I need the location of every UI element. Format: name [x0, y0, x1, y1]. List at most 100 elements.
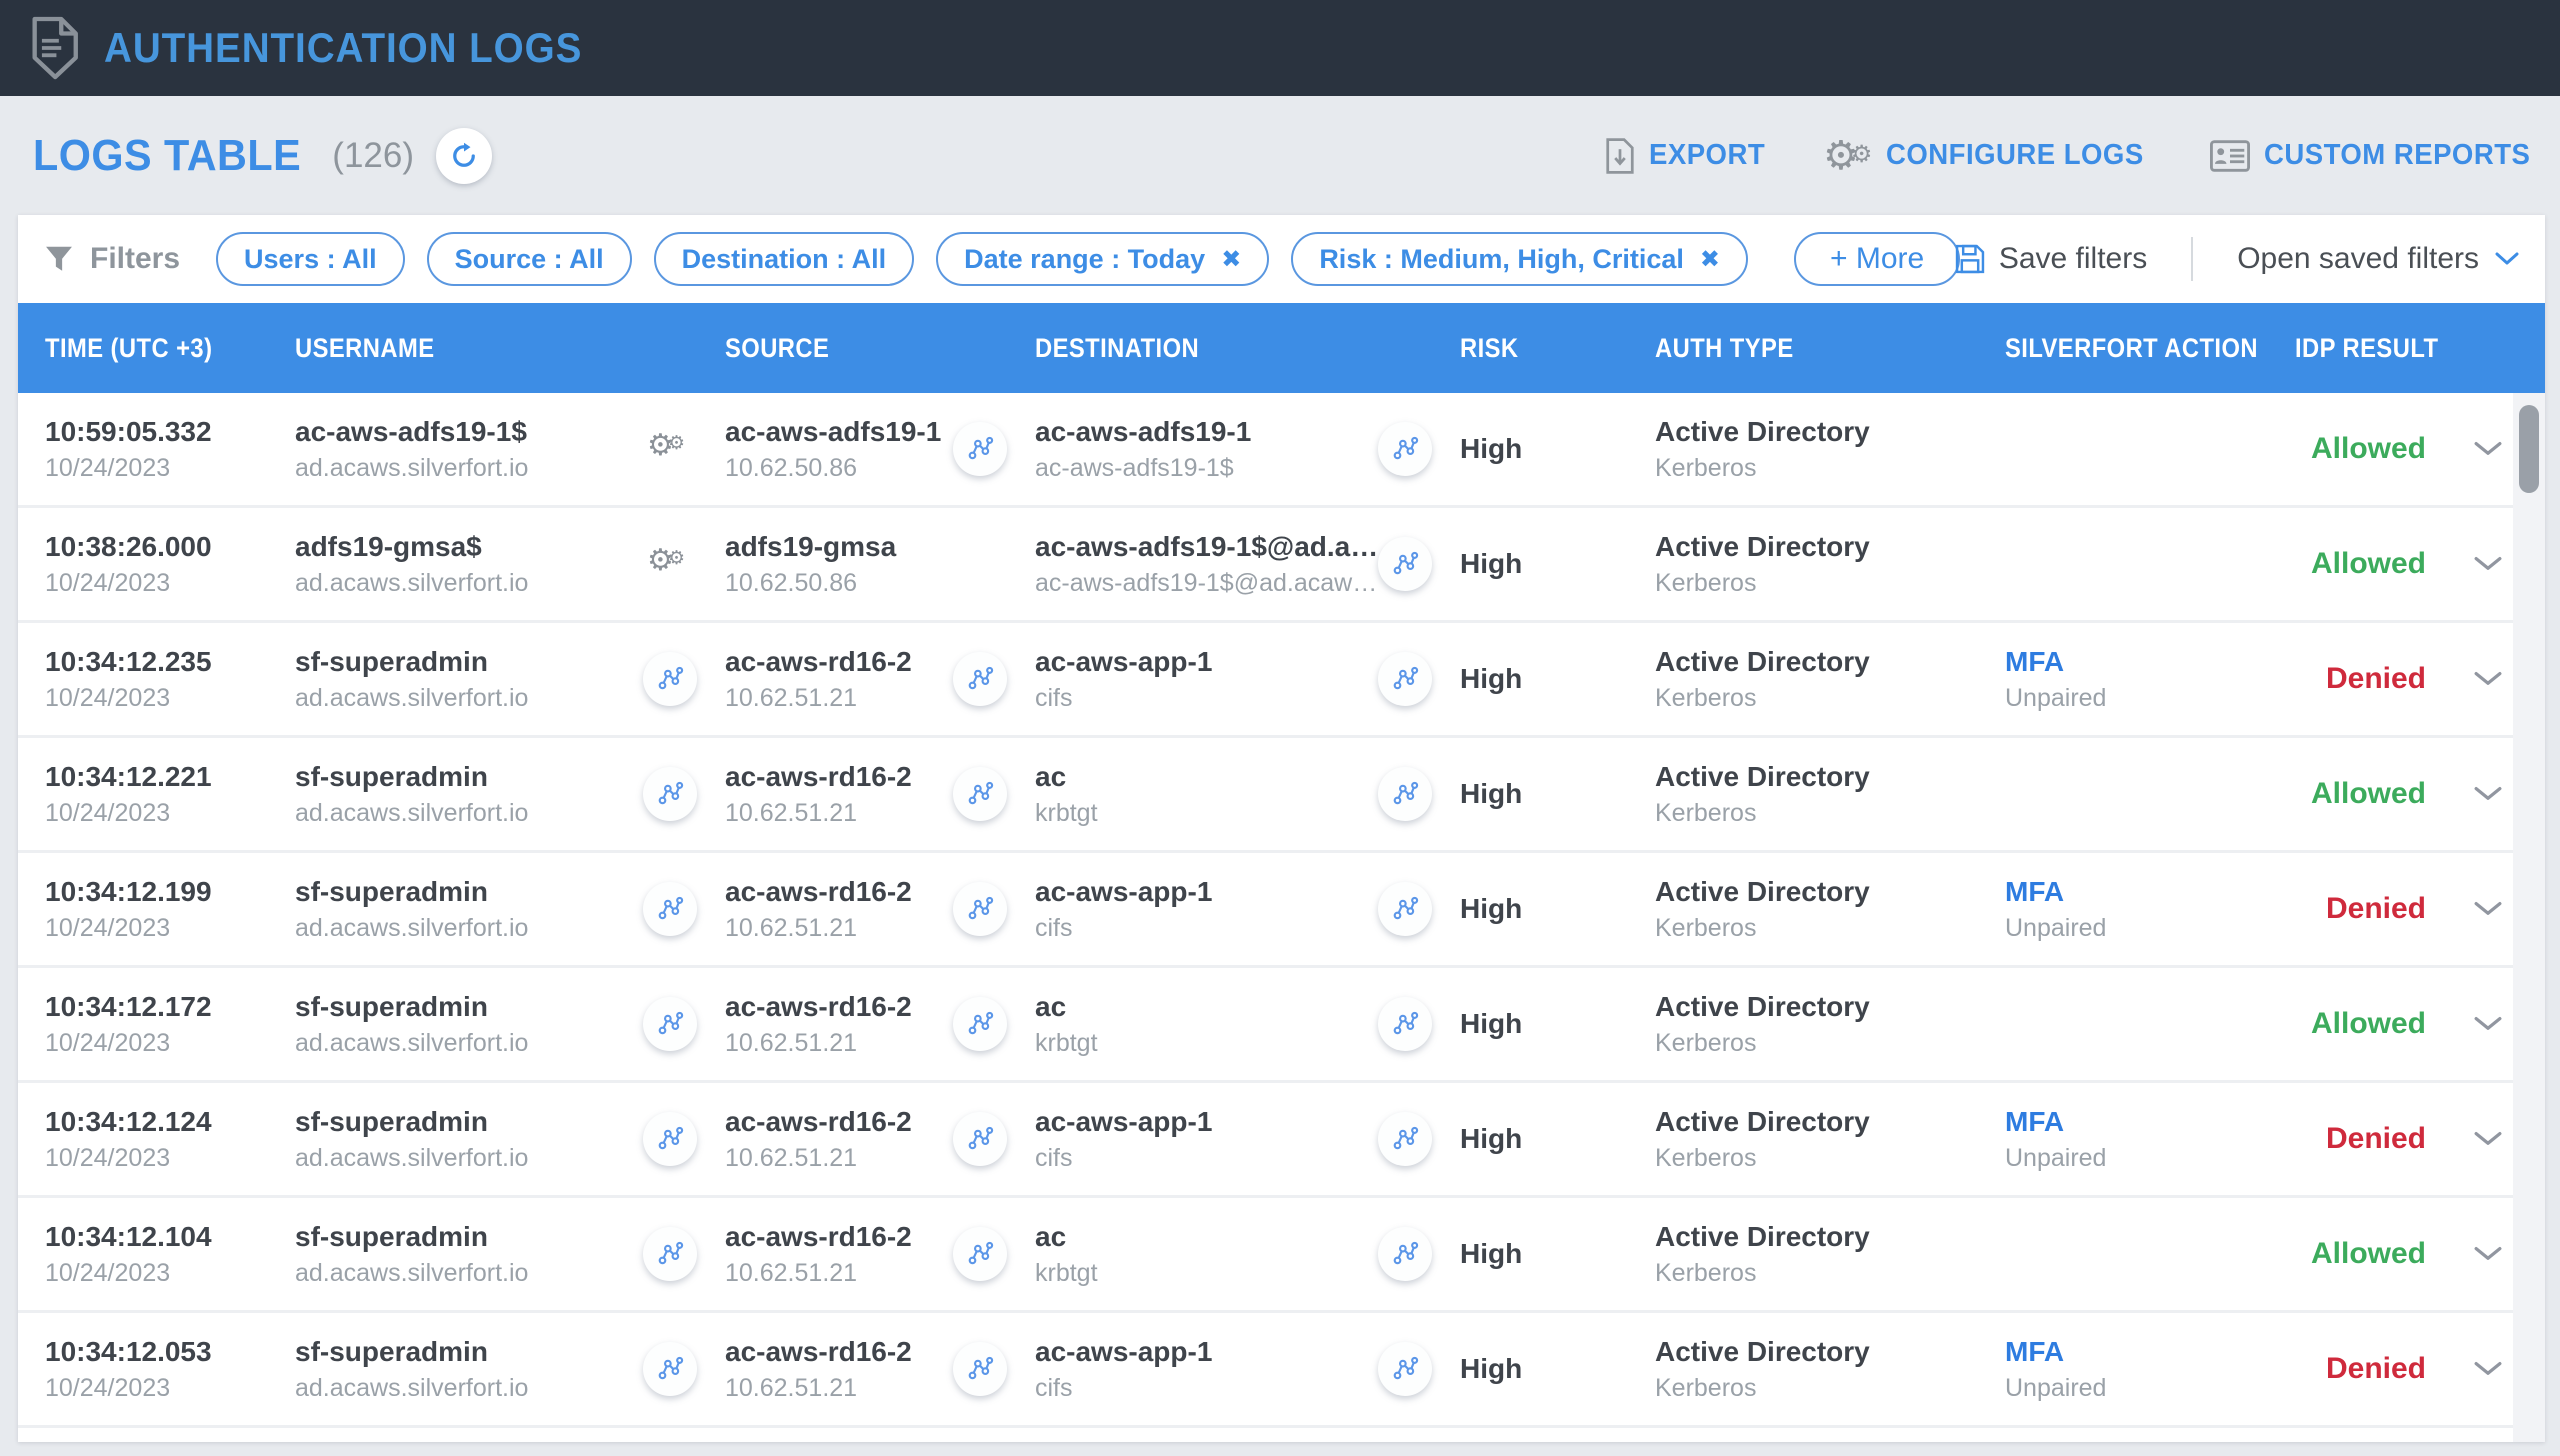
expand-row-button[interactable] — [2460, 1361, 2515, 1377]
source-entity-graph-icon[interactable] — [953, 422, 1007, 476]
expand-row-button[interactable] — [2460, 1131, 2515, 1147]
expand-row-button[interactable] — [2460, 1016, 2515, 1032]
expand-row-button[interactable] — [2460, 441, 2515, 457]
cell-silverfort-action: MFA Unpaired — [2005, 876, 2295, 943]
row-auth-protocol: Kerberos — [1655, 568, 1757, 597]
top-app-bar: AUTHENTICATION LOGS — [0, 0, 2560, 96]
destination-entity-graph-icon[interactable] — [1378, 1227, 1432, 1281]
cell-risk: High — [1460, 1008, 1655, 1040]
source-entity-graph-icon[interactable] — [953, 767, 1007, 821]
destination-entity-graph-icon[interactable] — [1378, 1112, 1432, 1166]
row-auth-type: Active Directory — [1655, 1335, 1870, 1367]
cell-source: ac-aws-rd16-2 10.62.51.21 — [725, 646, 1035, 713]
cell-silverfort-action: MFA Unpaired — [2005, 646, 2295, 713]
cell-time: 10:34:12.053 10/24/2023 — [45, 1336, 295, 1403]
table-row[interactable]: 10:34:12.221 10/24/2023 sf-superadmin ad… — [18, 738, 2513, 853]
filter-pill-destination[interactable]: Destination : All — [653, 232, 915, 286]
cell-silverfort-action: MFA Unpaired — [2005, 1106, 2295, 1173]
more-filters-button[interactable]: + More — [1793, 232, 1961, 286]
table-row[interactable]: 10:34:12.235 10/24/2023 sf-superadmin ad… — [18, 623, 2513, 738]
cell-risk: High — [1460, 1123, 1655, 1155]
filter-bar: Filters Users : All Source : All Destina… — [18, 215, 2545, 303]
row-date: 10/24/2023 — [45, 1258, 171, 1287]
remove-filter-icon[interactable]: ✖ — [1221, 245, 1241, 274]
row-action-detail: Unpaired — [2005, 1143, 2107, 1172]
row-auth-type: Active Directory — [1655, 1105, 1870, 1137]
destination-entity-graph-icon[interactable] — [1378, 767, 1432, 821]
export-button[interactable]: EXPORT — [1605, 137, 1771, 174]
service-account-gears-icon: ⚙⚙ — [647, 429, 685, 462]
row-date: 10/24/2023 — [45, 683, 171, 712]
cell-silverfort-action: MFA Unpaired — [2005, 1336, 2295, 1403]
table-row[interactable]: 10:34:12.053 10/24/2023 sf-superadmin ad… — [18, 1313, 2513, 1428]
row-auth-protocol: Kerberos — [1655, 913, 1757, 942]
custom-reports-button[interactable]: CUSTOM REPORTS — [2209, 139, 2544, 172]
expand-row-button[interactable] — [2460, 901, 2515, 917]
cell-time: 10:59:05.332 10/24/2023 — [45, 416, 295, 483]
source-entity-graph-icon[interactable] — [953, 1342, 1007, 1396]
row-auth-type: Active Directory — [1655, 645, 1870, 677]
row-auth-type: Active Directory — [1655, 530, 1870, 562]
expand-row-button[interactable] — [2460, 671, 2515, 687]
filters-label: Filters — [44, 242, 180, 276]
source-entity-graph-icon[interactable] — [953, 1227, 1007, 1281]
destination-entity-graph-icon[interactable] — [1378, 997, 1432, 1051]
row-risk: High — [1460, 663, 1523, 694]
vertical-scrollbar[interactable] — [2513, 393, 2545, 1442]
source-entity-graph-icon[interactable] — [953, 997, 1007, 1051]
source-entity-graph-icon[interactable] — [953, 1112, 1007, 1166]
open-saved-filters-button[interactable]: Open saved filters — [2237, 242, 2519, 276]
expand-row-button[interactable] — [2460, 1246, 2515, 1262]
filter-pill-users[interactable]: Users : All — [216, 232, 405, 286]
filter-pill-risk[interactable]: Risk : Medium, High, Critical ✖ — [1291, 232, 1748, 286]
destination-entity-graph-icon[interactable] — [1378, 652, 1432, 706]
filter-pill-source[interactable]: Source : All — [426, 232, 632, 286]
row-auth-protocol: Kerberos — [1655, 683, 1757, 712]
refresh-button[interactable] — [436, 127, 493, 184]
table-row[interactable]: 10:34:12.199 10/24/2023 sf-superadmin ad… — [18, 853, 2513, 968]
cell-auth-type: Active Directory Kerberos — [1655, 1221, 2005, 1288]
table-row[interactable]: 10:34:12.104 10/24/2023 sf-superadmin ad… — [18, 1198, 2513, 1313]
row-time: 10:38:26.000 — [45, 530, 212, 562]
expand-row-button[interactable] — [2460, 786, 2515, 802]
user-entity-graph-icon[interactable] — [643, 652, 697, 706]
table-row[interactable]: 10:59:05.332 10/24/2023 ac-aws-adfs19-1$… — [18, 393, 2513, 508]
expand-row-button[interactable] — [2460, 556, 2515, 572]
row-auth-protocol: Kerberos — [1655, 1143, 1757, 1172]
user-entity-graph-icon[interactable] — [643, 1227, 697, 1281]
filter-pill-date-range[interactable]: Date range : Today ✖ — [936, 232, 1270, 286]
scrollbar-thumb[interactable] — [2519, 405, 2539, 493]
destination-entity-graph-icon[interactable] — [1378, 1342, 1432, 1396]
remove-filter-icon[interactable]: ✖ — [1700, 245, 1720, 274]
column-header-auth-type: AUTH TYPE — [1655, 332, 1794, 363]
destination-entity-graph-icon[interactable] — [1378, 537, 1432, 591]
source-entity-graph-icon[interactable] — [953, 652, 1007, 706]
user-entity-graph-icon[interactable] — [643, 767, 697, 821]
cell-username: sf-superadmin ad.acaws.silverfort.io ⚙⚙ — [295, 646, 725, 713]
cell-username: sf-superadmin ad.acaws.silverfort.io ⚙⚙ — [295, 761, 725, 828]
cell-username: sf-superadmin ad.acaws.silverfort.io ⚙⚙ — [295, 991, 725, 1058]
table-row[interactable]: 10:34:12.172 10/24/2023 sf-superadmin ad… — [18, 968, 2513, 1083]
destination-entity-graph-icon[interactable] — [1378, 422, 1432, 476]
row-time: 10:34:12.199 — [45, 875, 212, 907]
destination-entity-graph-icon[interactable] — [1378, 882, 1432, 936]
cell-auth-type: Active Directory Kerberos — [1655, 416, 2005, 483]
table-row[interactable]: 10:38:26.000 10/24/2023 adfs19-gmsa$ ad.… — [18, 508, 2513, 623]
save-filters-button[interactable]: Save filters — [1955, 242, 2147, 276]
user-entity-graph-icon[interactable] — [643, 1342, 697, 1396]
user-entity-graph-icon[interactable] — [643, 997, 697, 1051]
id-card-icon — [2209, 139, 2250, 172]
toolbar-actions: EXPORT ⚙⚙ CONFIGURE LOGS CUSTOM REPORTS — [1605, 96, 2544, 215]
row-auth-type: Active Directory — [1655, 990, 1870, 1022]
cell-source: ac-aws-rd16-2 10.62.51.21 — [725, 1336, 1035, 1403]
configure-logs-button[interactable]: ⚙⚙ CONFIGURE LOGS — [1823, 136, 2158, 176]
chevron-down-icon — [2474, 557, 2501, 570]
user-entity-graph-icon[interactable] — [643, 882, 697, 936]
row-source-ip: 10.62.50.86 — [725, 568, 858, 597]
row-idp-result: Allowed — [2310, 1237, 2426, 1270]
row-idp-result: Denied — [2325, 1352, 2426, 1385]
user-entity-graph-icon[interactable] — [643, 1112, 697, 1166]
table-row[interactable]: 10:34:12.124 10/24/2023 sf-superadmin ad… — [18, 1083, 2513, 1198]
source-entity-graph-icon[interactable] — [953, 882, 1007, 936]
row-auth-type: Active Directory — [1655, 760, 1870, 792]
